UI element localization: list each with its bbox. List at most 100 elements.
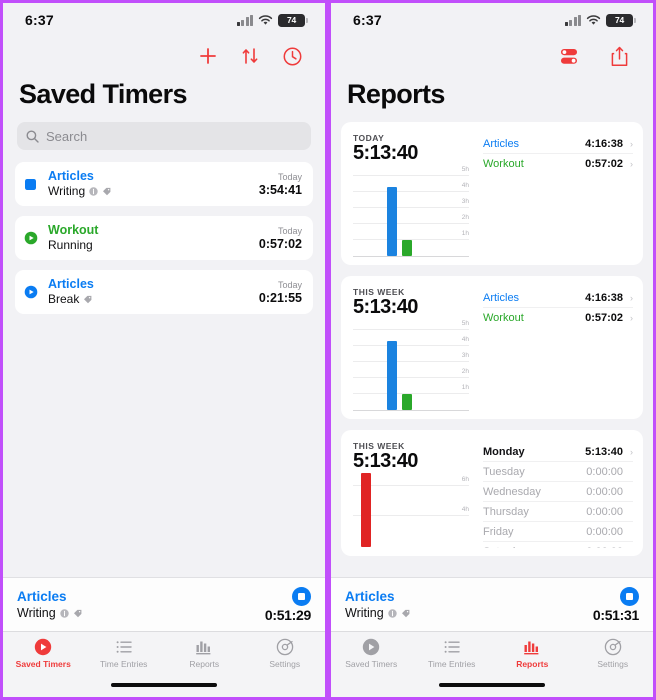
status-bar-right: 6:37 74 <box>331 3 653 37</box>
list-item[interactable]: Workout Running Today 0:57:02 <box>15 216 313 260</box>
chevron-right-icon: › <box>630 292 633 303</box>
gear-icon <box>276 638 293 656</box>
y-tick-label: 2h <box>461 367 469 375</box>
now-playing-elapsed: 0:51:29 <box>264 606 311 623</box>
bar-chart-icon <box>524 641 539 655</box>
report-row-name: Articles <box>483 291 520 304</box>
screenshot-root: 6:37 74 Saved Timers Search Articles Wri… <box>0 0 656 700</box>
battery-level: 74 <box>286 15 297 25</box>
report-row-name: Saturday <box>483 546 586 548</box>
report-row-value: 0:00:00 <box>586 546 623 548</box>
y-tick-label: 3h <box>461 351 469 359</box>
tab-reports[interactable]: Reports <box>164 638 245 669</box>
list-item-subtitle-wrap: Break <box>48 292 259 307</box>
report-row-value: 0:00:00 <box>586 525 623 538</box>
report-total-time: 5:13:40 <box>353 450 418 472</box>
report-row[interactable]: Tuesday 0:00:00 › <box>483 462 633 482</box>
list-item-subtitle-wrap: Writing <box>48 184 259 199</box>
status-time: 6:37 <box>353 12 382 28</box>
phone-reports: 6:37 74 Reports TODAY 5:13:40 5h 4h 3h 2… <box>328 0 656 700</box>
search-input[interactable]: Search <box>17 122 311 150</box>
report-row-name: Monday <box>483 445 525 458</box>
y-tick-label: 2h <box>461 213 469 221</box>
list-item-texts: Articles Break <box>48 277 259 307</box>
report-row[interactable]: Friday 0:00:00 › <box>483 522 633 542</box>
list-item-texts: Workout Running <box>48 223 259 253</box>
y-tick-label: 5h <box>461 165 469 173</box>
list-item[interactable]: Articles Break Today 0:21:55 <box>15 270 313 314</box>
report-row-value: 0:00:00 <box>586 465 623 478</box>
cellular-signal-icon <box>236 14 253 26</box>
report-row-name: Articles <box>483 137 520 150</box>
list-item[interactable]: Articles Writing Today 3:54:41 <box>15 162 313 206</box>
tab-label: Time Entries <box>428 659 476 669</box>
report-row-value: 0:57:02 <box>585 312 623 324</box>
report-row[interactable]: Thursday 0:00:00 › <box>483 502 633 522</box>
report-row[interactable]: Workout 0:57:02 › <box>483 154 633 174</box>
tab-time-entries[interactable]: Time Entries <box>84 638 165 669</box>
y-tick-label: 4h <box>461 335 469 343</box>
stop-button[interactable] <box>292 586 311 606</box>
report-card-weekdays[interactable]: THIS WEEK 5:13:40 6h 4h Monday 5:13:40 › <box>341 430 643 556</box>
now-playing-title: Articles <box>345 589 395 604</box>
page-title: Saved Timers <box>19 79 188 109</box>
now-playing-bar-left[interactable]: Articles Writing 0:51:29 <box>3 577 325 631</box>
report-row[interactable]: Wednesday 0:00:00 › <box>483 482 633 502</box>
tab-label: Saved Timers <box>15 659 71 669</box>
report-card-summary: THIS WEEK 5:13:40 5h 4h 3h 2h 1h <box>353 287 469 411</box>
report-row[interactable]: Monday 5:13:40 › <box>483 442 633 462</box>
chevron-right-icon: › <box>630 446 633 457</box>
play-circle-icon[interactable] <box>24 231 39 245</box>
tab-label: Time Entries <box>100 659 148 669</box>
report-row[interactable]: Saturday 0:00:00 › <box>483 542 633 548</box>
list-item-texts: Articles Writing <box>48 169 259 199</box>
search-icon <box>26 130 39 143</box>
report-card-this-week[interactable]: THIS WEEK 5:13:40 5h 4h 3h 2h 1h Article… <box>341 276 643 419</box>
sort-icon[interactable] <box>240 46 260 66</box>
stop-square-icon[interactable] <box>24 178 39 191</box>
report-card-today[interactable]: TODAY 5:13:40 5h 4h 3h 2h 1h Articles 4:… <box>341 122 643 265</box>
list-item-subtitle-wrap: Running <box>48 238 259 253</box>
stop-button[interactable] <box>620 586 639 606</box>
play-circle-icon <box>363 638 380 656</box>
now-playing-subtitle: Writing <box>345 606 384 620</box>
tab-label: Settings <box>597 659 629 669</box>
now-playing-texts: Articles Writing <box>345 588 593 621</box>
report-row-name: Thursday <box>483 505 529 518</box>
tab-saved-timers[interactable]: Saved Timers <box>331 638 412 669</box>
report-row[interactable]: Articles 4:16:38 › <box>483 134 633 154</box>
y-tick-label: 1h <box>461 383 469 391</box>
report-bar-chart: 5h 4h 3h 2h 1h <box>353 166 469 257</box>
report-row-value: 0:00:00 <box>586 485 623 498</box>
tab-saved-timers[interactable]: Saved Timers <box>3 638 84 669</box>
tab-label: Saved Timers <box>345 659 398 669</box>
tab-label: Reports <box>516 659 549 669</box>
list-item-title: Articles <box>48 277 94 291</box>
report-row[interactable]: Articles 4:16:38 › <box>483 288 633 308</box>
tab-settings[interactable]: Settings <box>245 638 326 669</box>
share-icon[interactable] <box>610 46 629 67</box>
list-icon <box>116 641 132 653</box>
list-item-subtitle: Break <box>48 292 80 306</box>
filter-sliders-icon[interactable] <box>558 47 580 66</box>
list-item-duration: 3:54:41 <box>258 183 302 197</box>
tab-reports[interactable]: Reports <box>492 638 573 669</box>
history-clock-icon[interactable] <box>282 46 303 67</box>
tab-bar-left: Saved Timers Time Entries Reports Settin… <box>3 631 325 683</box>
info-icon <box>59 608 69 618</box>
report-row[interactable]: Workout 0:57:02 › <box>483 308 633 328</box>
y-tick-label: 1h <box>461 229 469 237</box>
status-time: 6:37 <box>25 12 54 28</box>
battery-level: 74 <box>614 15 625 25</box>
tab-settings[interactable]: Settings <box>573 638 654 669</box>
report-total-time: 5:13:40 <box>353 296 418 318</box>
play-circle-icon[interactable] <box>24 285 39 299</box>
now-playing-bar-right[interactable]: Articles Writing 0:51:31 <box>331 577 653 631</box>
report-row-name: Tuesday <box>483 465 525 478</box>
y-tick-label: 4h <box>461 505 469 513</box>
add-timer-icon[interactable] <box>198 46 218 66</box>
tab-time-entries[interactable]: Time Entries <box>412 638 493 669</box>
bar-workout <box>402 240 412 256</box>
bar-workout <box>402 394 412 410</box>
